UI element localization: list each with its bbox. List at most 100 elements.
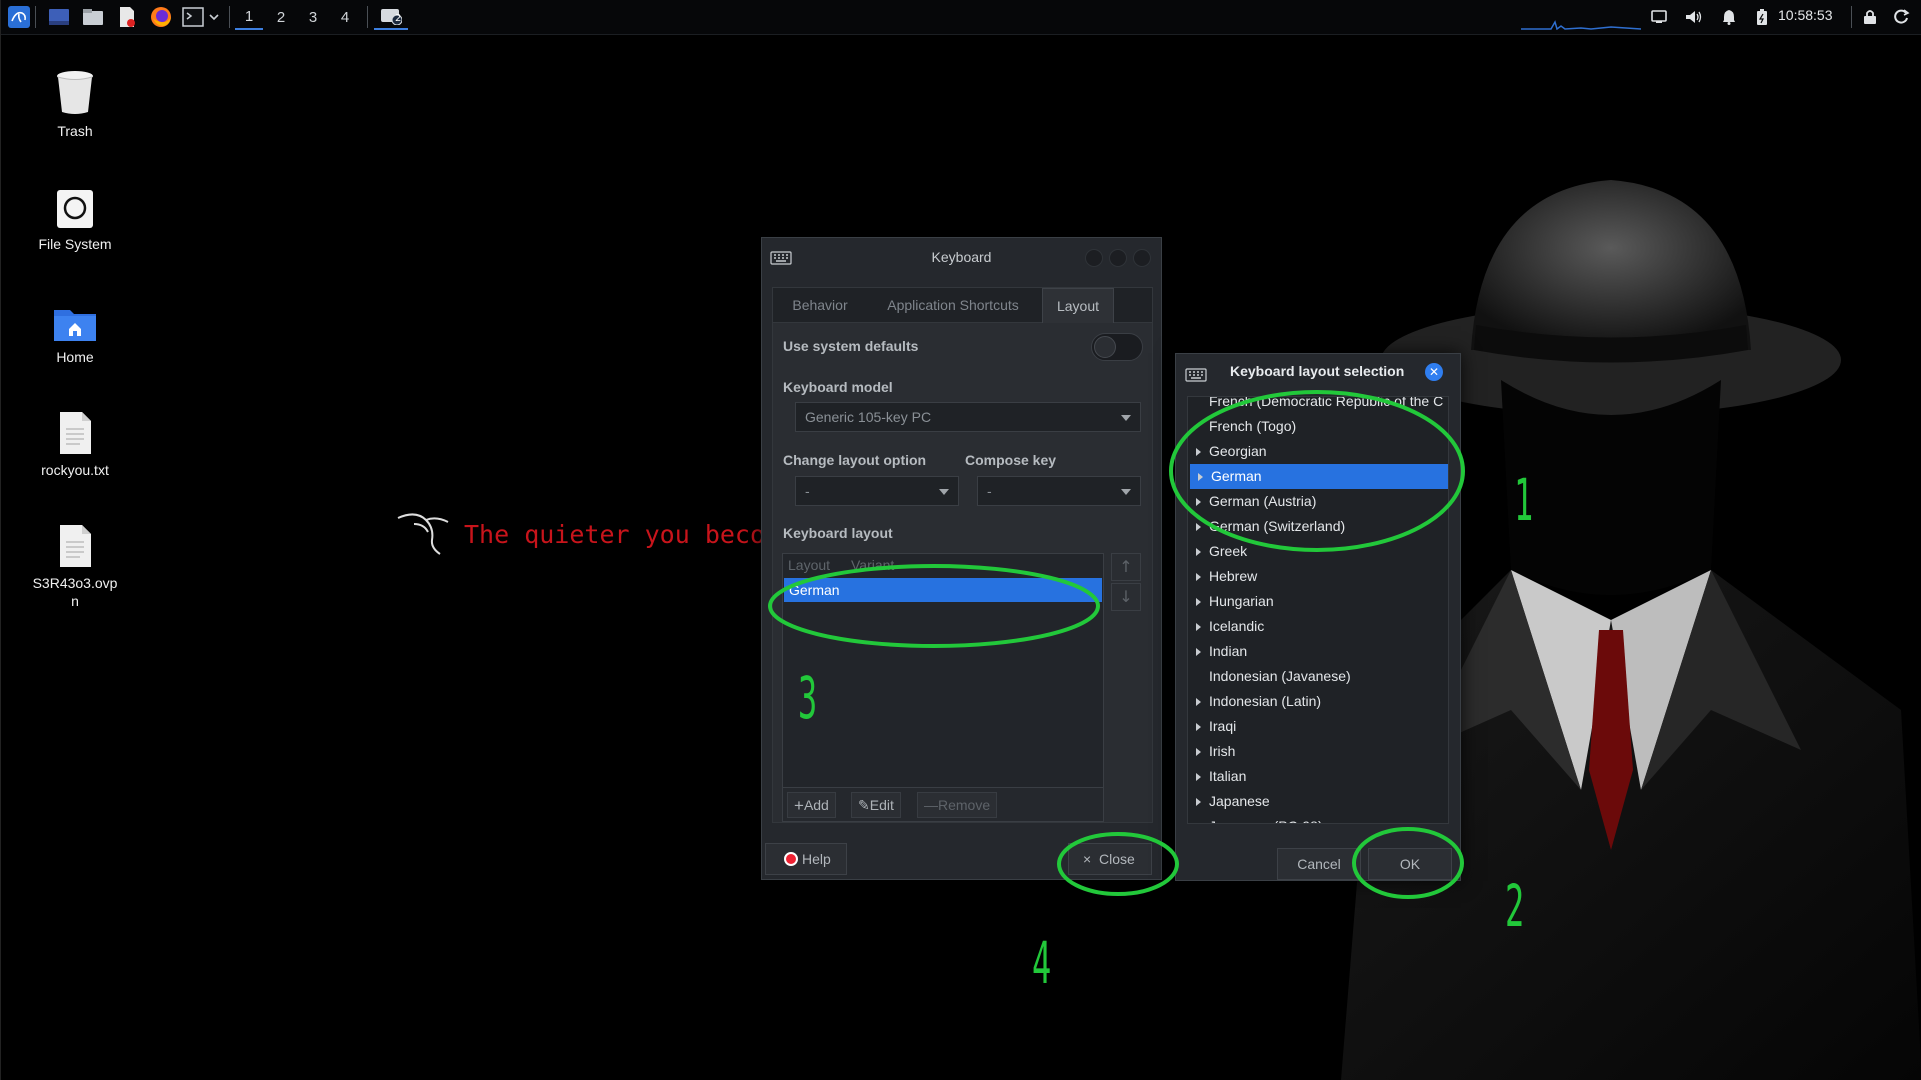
- layout-list-item[interactable]: Georgian: [1188, 439, 1448, 464]
- column-layout[interactable]: Layout: [788, 557, 830, 573]
- minimize-button[interactable]: [1085, 249, 1103, 267]
- dialog-title: Keyboard layout selection: [1230, 363, 1405, 379]
- pencil-icon: ✎: [858, 797, 870, 813]
- volume-icon[interactable]: [1683, 4, 1705, 30]
- close-button[interactable]: × Close: [1068, 843, 1152, 875]
- workspace-4[interactable]: 4: [331, 4, 359, 30]
- clock[interactable]: 10:58:53: [1778, 7, 1833, 23]
- layout-list-item[interactable]: Greek: [1188, 539, 1448, 564]
- layout-list-item[interactable]: French (Democratic Republic of the C: [1188, 397, 1448, 414]
- layout-list-item[interactable]: Indonesian (Javanese): [1188, 664, 1448, 689]
- expand-arrow-icon[interactable]: [1196, 498, 1201, 506]
- desktop-icon-file-system[interactable]: File System: [20, 171, 130, 253]
- desktop-icon-label: Home: [56, 349, 94, 365]
- layout-list-item[interactable]: Japanese (PC-98): [1188, 814, 1448, 823]
- layout-list-item[interactable]: Irish: [1188, 739, 1448, 764]
- ok-button[interactable]: OK: [1368, 848, 1452, 880]
- tab-application-shortcuts[interactable]: Application Shortcuts: [869, 288, 1037, 324]
- text-editor-icon[interactable]: [113, 4, 141, 30]
- layout-list-item[interactable]: French (Togo): [1188, 414, 1448, 439]
- keyboard-settings-window: Keyboard Behavior Application Shortcuts …: [761, 237, 1162, 880]
- kali-tagline: The quieter you become: [464, 520, 796, 549]
- toggle-knob: [1094, 336, 1116, 358]
- keyboard-settings-task-icon[interactable]: 2: [374, 4, 408, 30]
- help-button[interactable]: Help: [765, 843, 847, 875]
- workspace-2[interactable]: 2: [267, 4, 295, 30]
- terminal-icon[interactable]: [179, 4, 207, 30]
- expand-arrow-icon[interactable]: [1196, 548, 1201, 556]
- logout-icon[interactable]: [1891, 4, 1913, 30]
- layout-selection-list[interactable]: French (Democratic Republic of the C Fren…: [1187, 396, 1449, 824]
- cancel-button[interactable]: Cancel: [1277, 848, 1361, 880]
- compose-key-label: Compose key: [965, 452, 1057, 468]
- expand-arrow-icon[interactable]: [1196, 573, 1201, 581]
- layout-list-item[interactable]: German (Switzerland): [1188, 514, 1448, 539]
- expand-arrow-icon[interactable]: [1196, 523, 1201, 531]
- layout-list-item[interactable]: German: [1190, 464, 1448, 489]
- expand-arrow-icon[interactable]: [1196, 773, 1201, 781]
- window-titlebar[interactable]: Keyboard: [762, 238, 1161, 278]
- expand-arrow-icon[interactable]: [1196, 698, 1201, 706]
- taskbar-separator: [35, 6, 36, 28]
- edit-layout-button[interactable]: ✎Edit: [851, 792, 901, 818]
- add-layout-button[interactable]: +Add: [787, 792, 836, 818]
- layout-list-item[interactable]: Icelandic: [1188, 614, 1448, 639]
- layout-list-item[interactable]: Hungarian: [1188, 589, 1448, 614]
- desktop-icon-home[interactable]: Home: [20, 284, 130, 366]
- expand-arrow-icon[interactable]: [1196, 723, 1201, 731]
- notifications-bell-icon[interactable]: [1718, 4, 1740, 30]
- firefox-icon[interactable]: [147, 4, 175, 30]
- chevron-down-icon: [939, 489, 949, 495]
- layout-list-item[interactable]: Japanese: [1188, 789, 1448, 814]
- expand-arrow-icon[interactable]: [1196, 648, 1201, 656]
- close-window-button[interactable]: [1133, 249, 1151, 267]
- kali-menu-icon[interactable]: [5, 4, 33, 30]
- compose-key-select[interactable]: -: [977, 476, 1141, 506]
- change-layout-option-select[interactable]: -: [795, 476, 959, 506]
- desktop: 1 2 3 4 2 10:58:53 Trash File System Hom…: [0, 0, 1921, 1080]
- expand-arrow-icon[interactable]: [1196, 448, 1201, 456]
- use-system-defaults-toggle[interactable]: [1091, 333, 1143, 361]
- keyboard-layout-list[interactable]: Layout Variant German: [782, 553, 1104, 788]
- lock-screen-icon[interactable]: [1859, 4, 1881, 30]
- layout-list-item[interactable]: Indian: [1188, 639, 1448, 664]
- tab-behavior[interactable]: Behavior: [775, 288, 865, 324]
- layout-item-label: French (Togo): [1209, 418, 1297, 434]
- battery-icon[interactable]: [1752, 4, 1772, 30]
- desktop-icon-ovpn[interactable]: S3R43o3.ovpn: [20, 510, 130, 610]
- desktop-icon-rockyou[interactable]: rockyou.txt: [20, 397, 130, 479]
- layout-list-item[interactable]: Iraqi: [1188, 714, 1448, 739]
- close-label: Close: [1099, 851, 1135, 867]
- layout-list-item[interactable]: Hebrew: [1188, 564, 1448, 589]
- plus-icon: +: [794, 796, 804, 815]
- layout-list-item[interactable]: Indonesian (Latin): [1188, 689, 1448, 714]
- expand-arrow-icon[interactable]: [1196, 748, 1201, 756]
- workspace-1[interactable]: 1: [235, 4, 263, 30]
- layout-list-item[interactable]: German (Austria): [1188, 489, 1448, 514]
- desktop-icon-trash[interactable]: Trash: [20, 58, 130, 140]
- column-variant[interactable]: Variant: [851, 557, 894, 573]
- keyboard-model-select[interactable]: Generic 105-key PC: [795, 402, 1141, 432]
- tab-layout[interactable]: Layout: [1042, 288, 1114, 324]
- maximize-button[interactable]: [1109, 249, 1127, 267]
- show-desktop-icon[interactable]: [45, 4, 73, 30]
- remove-label: Remove: [938, 797, 991, 813]
- move-down-button[interactable]: ↓: [1111, 583, 1141, 611]
- expand-arrow-icon[interactable]: [1198, 473, 1203, 481]
- display-icon[interactable]: [1648, 4, 1670, 30]
- close-icon[interactable]: ✕: [1425, 363, 1443, 381]
- remove-layout-button[interactable]: —Remove: [917, 792, 998, 818]
- move-up-button[interactable]: ↑: [1111, 553, 1141, 581]
- taskbar-separator: [1851, 6, 1852, 28]
- file-manager-icon[interactable]: [79, 4, 107, 30]
- chevron-down-icon[interactable]: [205, 4, 223, 30]
- expand-arrow-icon[interactable]: [1196, 598, 1201, 606]
- expand-arrow-icon[interactable]: [1196, 623, 1201, 631]
- layout-item-label: Indian: [1209, 643, 1248, 659]
- expand-arrow-icon[interactable]: [1196, 798, 1201, 806]
- layout-item-label: Italian: [1209, 768, 1247, 784]
- close-icon: ×: [1083, 851, 1092, 867]
- workspace-3[interactable]: 3: [299, 4, 327, 30]
- layout-row-german[interactable]: German: [784, 578, 1102, 602]
- layout-list-item[interactable]: Italian: [1188, 764, 1448, 789]
